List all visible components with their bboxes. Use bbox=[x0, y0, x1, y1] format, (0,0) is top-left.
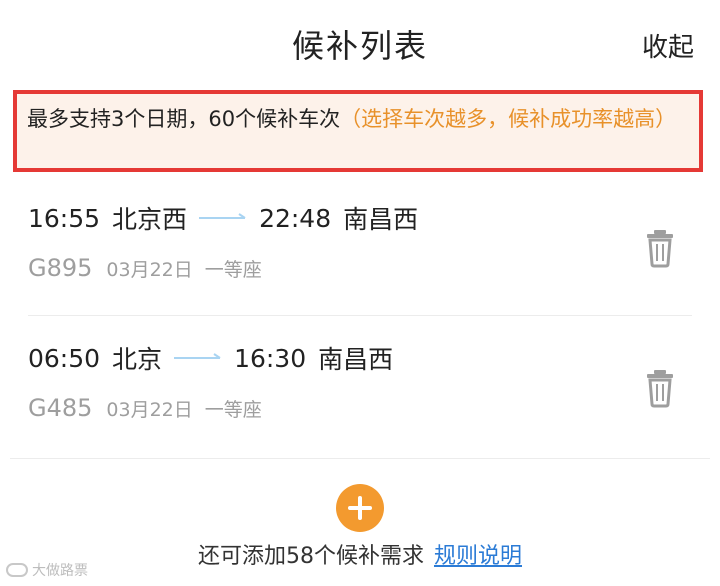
route-row: 06:50 北京 16:30 南昌西 bbox=[28, 338, 393, 378]
watermark-text: 大做路票 bbox=[32, 563, 88, 579]
notice-hint: （选择车次越多，候补成功率越高） bbox=[340, 107, 677, 131]
limit-notice: 最多支持3个日期，60个候补车次（选择车次越多，候补成功率越高） bbox=[13, 90, 703, 172]
train-card: 06:50 北京 16:30 南昌西 G485 03月22日 一等座 bbox=[28, 330, 692, 450]
arrow-right-icon bbox=[174, 352, 222, 364]
route-row: 16:55 北京西 22:48 南昌西 bbox=[28, 198, 418, 238]
notice-text: 最多支持3个日期，60个候补车次（选择车次越多，候补成功率越高） bbox=[27, 104, 691, 134]
page-header: 候补列表 bbox=[0, 0, 720, 88]
travel-date: 03月22日 bbox=[106, 399, 193, 421]
arrival-station: 南昌西 bbox=[318, 345, 394, 374]
notice-main: 最多支持3个日期，60个候补车次 bbox=[27, 107, 341, 131]
train-number: G895 bbox=[28, 254, 93, 282]
departure-station: 北京西 bbox=[112, 205, 188, 234]
train-info-row: G895 03月22日 一等座 bbox=[28, 254, 262, 282]
departure-station: 北京 bbox=[112, 345, 163, 374]
train-card: 16:55 北京西 22:48 南昌西 G895 03月22日 一等座 bbox=[28, 190, 692, 310]
arrival-time: 22:48 bbox=[259, 203, 332, 233]
arrow-right-icon bbox=[199, 212, 247, 224]
arrival-time: 16:30 bbox=[234, 343, 307, 373]
arrival-station: 南昌西 bbox=[343, 205, 419, 234]
collapse-button[interactable]: 收起 bbox=[642, 27, 694, 64]
travel-date: 03月22日 bbox=[106, 259, 193, 281]
trash-icon[interactable] bbox=[644, 228, 676, 268]
train-number: G485 bbox=[28, 394, 93, 422]
trash-icon[interactable] bbox=[644, 368, 676, 408]
plus-icon[interactable] bbox=[336, 484, 384, 532]
departure-time: 16:55 bbox=[28, 203, 101, 233]
watermark-logo-icon bbox=[6, 563, 28, 577]
rules-link[interactable]: 规则说明 bbox=[434, 544, 522, 569]
divider bbox=[10, 458, 710, 459]
page-title: 候补列表 bbox=[291, 27, 428, 65]
remaining-text: 还可添加58个候补需求 bbox=[197, 544, 424, 569]
departure-time: 06:50 bbox=[28, 343, 101, 373]
divider bbox=[28, 315, 692, 316]
train-info-row: G485 03月22日 一等座 bbox=[28, 394, 262, 422]
seat-class: 一等座 bbox=[204, 259, 262, 281]
watermark: 大做路票 bbox=[6, 560, 88, 580]
seat-class: 一等座 bbox=[204, 399, 262, 421]
footer: 还可添加58个候补需求 规则说明 bbox=[0, 538, 720, 570]
